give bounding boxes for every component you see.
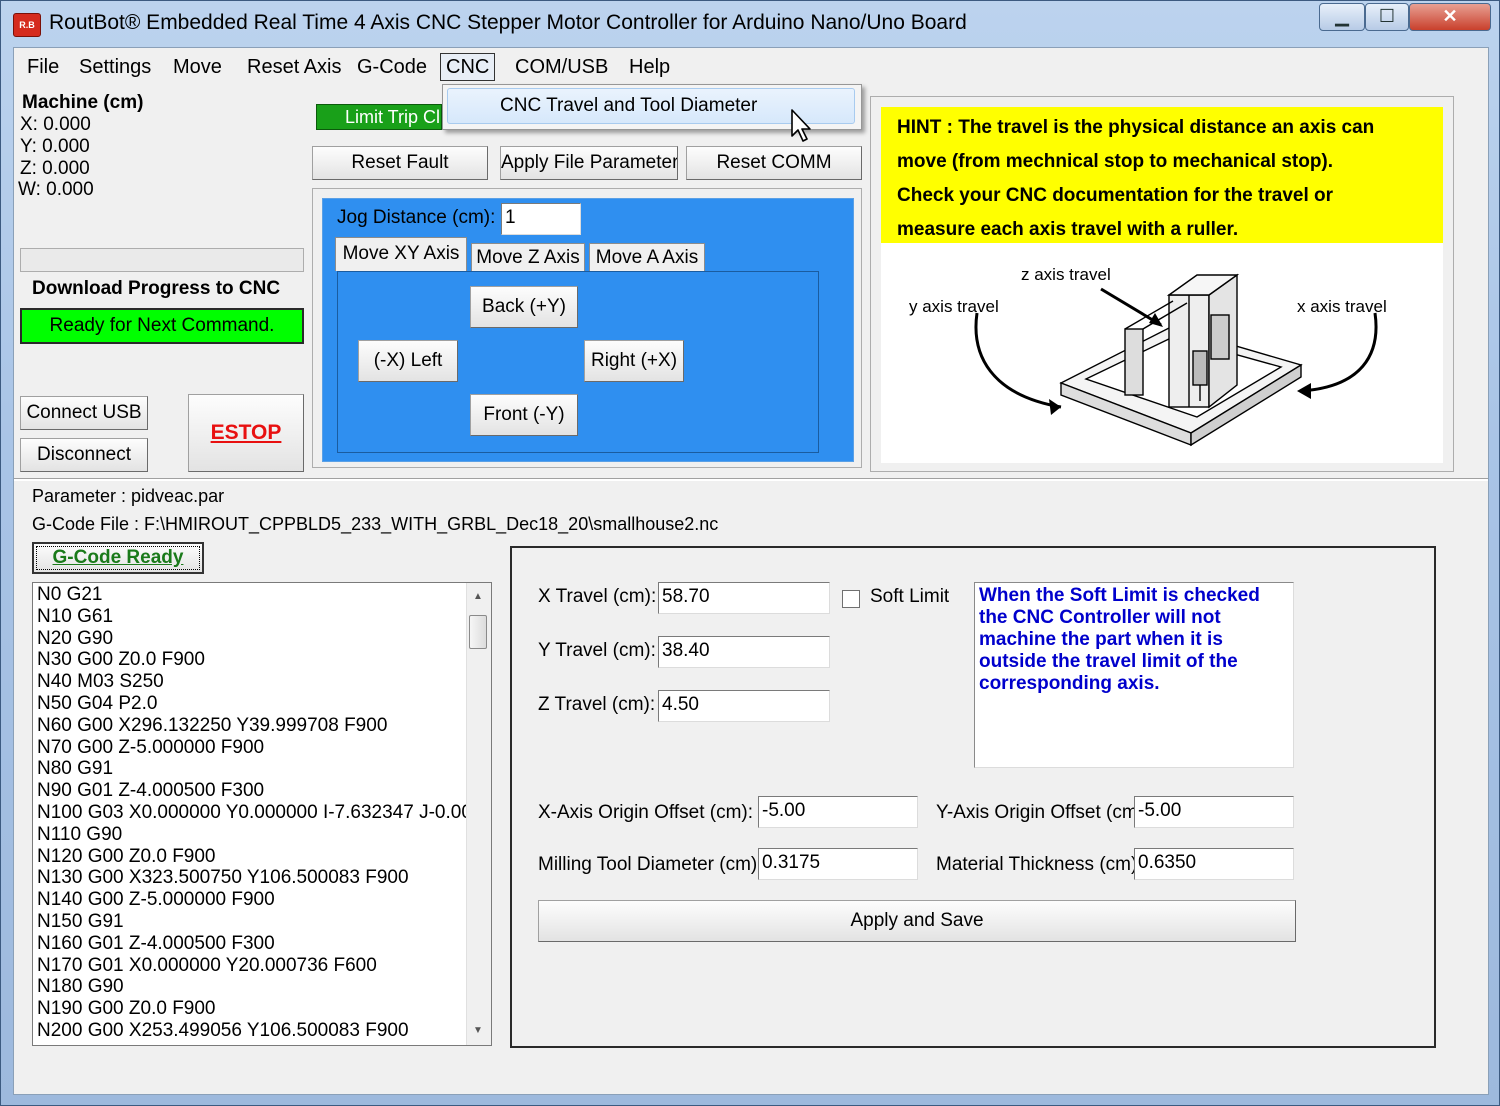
divider	[14, 478, 1488, 481]
z-travel-label: Z Travel (cm):	[538, 694, 656, 715]
estop-button[interactable]: ESTOP	[188, 394, 304, 472]
gcode-line[interactable]: N170 G01 X0.000000 Y20.000736 F600	[33, 955, 467, 977]
gcode-line[interactable]: N180 G90	[33, 976, 467, 998]
y-origin-label: Y-Axis Origin Offset (cm):	[936, 802, 1150, 823]
close-button[interactable]: ✕	[1409, 3, 1491, 31]
menu-bar: File Settings Move Reset Axis G-Code CNC…	[14, 48, 1488, 84]
gcode-listbox[interactable]: N0 G21 N10 G61 N20 G90 N30 G00 Z0.0 F900 N40…	[32, 582, 492, 1046]
mouse-cursor-icon	[791, 109, 811, 142]
parameter-file-label: Parameter : pidveac.par	[32, 486, 225, 506]
left-button[interactable]: (-X) Left	[358, 340, 458, 382]
gcode-line[interactable]: N20 G90	[33, 628, 467, 650]
gcode-line[interactable]: N120 G00 Z0.0 F900	[33, 846, 467, 868]
gcode-line[interactable]: N40 M03 S250	[33, 671, 467, 693]
menu-file[interactable]: File	[22, 54, 64, 80]
progress-bar	[20, 248, 304, 272]
y-travel-input[interactable]: 38.40	[658, 636, 830, 668]
y-travel-label: Y Travel (cm):	[538, 640, 656, 661]
tool-diameter-input[interactable]: 0.3175	[758, 848, 918, 880]
window-title: RoutBot® Embedded Real Time 4 Axis CNC S…	[49, 11, 967, 34]
app-window: R.B RoutBot® Embedded Real Time 4 Axis C…	[0, 0, 1500, 1106]
gcode-line[interactable]: N150 G91	[33, 911, 467, 933]
gcode-ready-button[interactable]: G-Code Ready	[36, 546, 200, 570]
machine-w: W: 0.000	[18, 179, 94, 200]
scroll-thumb[interactable]	[469, 615, 487, 649]
soft-limit-label: Soft Limit	[870, 586, 950, 607]
x-travel-input[interactable]: 58.70	[658, 582, 830, 614]
gcode-line[interactable]: N60 G00 X296.132250 Y39.999708 F900	[33, 715, 467, 737]
gcode-lines: N0 G21 N10 G61 N20 G90 N30 G00 Z0.0 F900 N40…	[33, 584, 467, 1042]
hint-frame: HINT : The travel is the physical distan…	[870, 96, 1454, 472]
client-area: File Settings Move Reset Axis G-Code CNC…	[13, 47, 1489, 1095]
reset-fault-button[interactable]: Reset Fault	[312, 146, 488, 180]
hint-panel: HINT : The travel is the physical distan…	[881, 107, 1443, 463]
download-title: Download Progress to CNC	[32, 278, 281, 299]
jog-distance-input[interactable]: 1	[501, 203, 581, 235]
hint-text: HINT : The travel is the physical distan…	[881, 107, 1443, 243]
tool-diameter-label: Milling Tool Diameter (cm):	[538, 854, 763, 875]
machine-y: Y: 0.000	[20, 136, 90, 157]
jog-distance-label: Jog Distance (cm):	[337, 207, 496, 228]
tab-move-xy[interactable]: Move XY Axis	[335, 237, 467, 271]
xy-tab-content: Back (+Y) (-X) Left Right (+X) Front (-Y…	[337, 271, 819, 453]
z-travel-input[interactable]: 4.50	[658, 690, 830, 722]
gcode-line[interactable]: N200 G00 X253.499056 Y106.500083 F900	[33, 1020, 467, 1042]
menu-comusb[interactable]: COM/USB	[510, 54, 613, 80]
disconnect-button[interactable]: Disconnect	[20, 438, 148, 472]
menu-settings[interactable]: Settings	[74, 54, 156, 80]
tab-move-z[interactable]: Move Z Axis	[471, 243, 585, 271]
app-icon: R.B	[13, 13, 41, 37]
machine-title: Machine (cm)	[22, 92, 144, 113]
x-origin-label: X-Axis Origin Offset (cm):	[538, 802, 754, 823]
reset-comm-button[interactable]: Reset COMM	[686, 146, 862, 180]
menu-gcode[interactable]: G-Code	[352, 54, 432, 80]
apply-file-parameters-button[interactable]: Apply File Parameters	[500, 146, 678, 180]
gcode-line[interactable]: N0 G21	[33, 584, 467, 606]
soft-limit-note: When the Soft Limit is checked the CNC C…	[974, 582, 1294, 768]
travel-settings-panel: X Travel (cm): 58.70 Y Travel (cm): 38.4…	[510, 546, 1436, 1048]
menu-move[interactable]: Move	[168, 54, 227, 80]
gcode-line[interactable]: N70 G00 Z-5.000000 F900	[33, 737, 467, 759]
thickness-label: Material Thickness (cm):	[936, 854, 1143, 875]
title-bar: R.B RoutBot® Embedded Real Time 4 Axis C…	[1, 1, 1500, 47]
thickness-input[interactable]: 0.6350	[1134, 848, 1294, 880]
gcode-line[interactable]: N30 G00 Z0.0 F900	[33, 649, 467, 671]
gcode-line[interactable]: N80 G91	[33, 758, 467, 780]
x-travel-label: X Travel (cm):	[538, 586, 657, 607]
y-origin-input[interactable]: -5.00	[1134, 796, 1294, 828]
scroll-down-icon[interactable]: ▼	[473, 1025, 483, 1036]
front-button[interactable]: Front (-Y)	[470, 394, 578, 436]
right-button[interactable]: Right (+X)	[584, 340, 684, 382]
gcode-line[interactable]: N140 G00 Z-5.000000 F900	[33, 889, 467, 911]
x-origin-input[interactable]: -5.00	[758, 796, 918, 828]
gcode-line[interactable]: N50 G04 P2.0	[33, 693, 467, 715]
limit-trip-button[interactable]: Limit Trip Cl	[316, 104, 442, 130]
menu-reset-axis[interactable]: Reset Axis	[242, 54, 346, 80]
scroll-up-icon[interactable]: ▲	[473, 591, 483, 602]
connect-usb-button[interactable]: Connect USB	[20, 396, 148, 430]
apply-save-button[interactable]: Apply and Save	[538, 900, 1296, 942]
jog-panel: Jog Distance (cm): 1 Move XY Axis Move Z…	[322, 198, 854, 462]
cnc-machine-diagram	[974, 273, 1378, 447]
gcode-line[interactable]: N190 G00 Z0.0 F900	[33, 998, 467, 1020]
gcode-scrollbar[interactable]: ▲ ▼	[466, 583, 491, 1045]
gcode-line[interactable]: N90 G01 Z-4.000500 F300	[33, 780, 467, 802]
menu-cnc[interactable]: CNC	[440, 53, 496, 81]
maximize-button[interactable]: ☐	[1365, 3, 1409, 31]
menu-help[interactable]: Help	[624, 54, 675, 80]
gcode-line[interactable]: N130 G00 X323.500750 Y106.500083 F900	[33, 867, 467, 889]
tab-move-a[interactable]: Move A Axis	[589, 243, 705, 271]
minimize-button[interactable]: ▁	[1319, 3, 1365, 31]
machine-z: Z: 0.000	[20, 158, 90, 179]
machine-x: X: 0.000	[20, 114, 91, 135]
gcode-line[interactable]: N10 G61	[33, 606, 467, 628]
gcode-line[interactable]: N110 G90	[33, 824, 467, 846]
gcode-line[interactable]: N100 G03 X0.000000 Y0.000000 I-7.632347 …	[33, 802, 467, 824]
soft-limit-checkbox[interactable]	[842, 590, 860, 608]
gcode-line[interactable]: N160 G01 Z-4.000500 F300	[33, 933, 467, 955]
download-status: Ready for Next Command.	[20, 308, 304, 344]
back-button[interactable]: Back (+Y)	[470, 286, 578, 328]
gcode-ready-frame: G-Code Ready	[32, 542, 204, 574]
gcode-file-label: G-Code File : F:\HMIROUT_CPPBLD5_233_WIT…	[32, 514, 719, 534]
